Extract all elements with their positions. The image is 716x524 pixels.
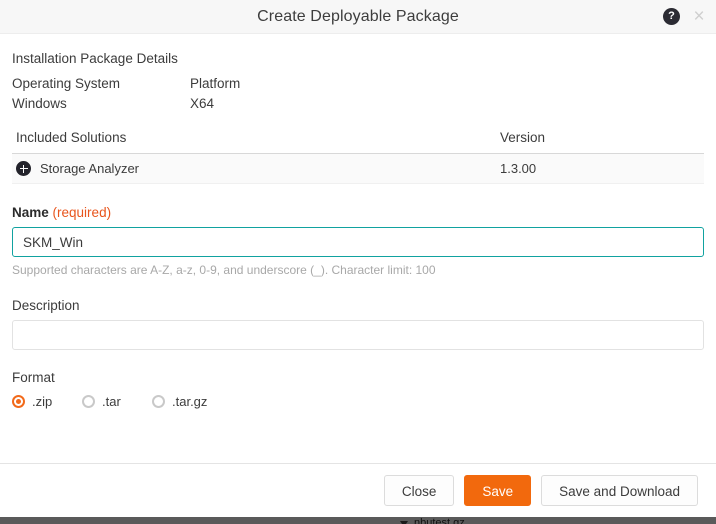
format-option-zip-label: .zip bbox=[32, 394, 52, 409]
operating-system-label: Operating System bbox=[12, 76, 190, 91]
save-and-download-button[interactable]: Save and Download bbox=[541, 475, 698, 506]
name-required-text: (required) bbox=[53, 205, 112, 220]
name-field-block: Name (required) Supported characters are… bbox=[12, 205, 704, 277]
format-option-targz[interactable]: .tar.gz bbox=[152, 394, 222, 409]
column-header-included-solutions: Included Solutions bbox=[16, 130, 500, 145]
name-label-text: Name bbox=[12, 205, 49, 220]
browser-download-bar: nbutest.gz bbox=[0, 517, 716, 524]
format-option-zip[interactable]: .zip bbox=[12, 394, 82, 409]
radio-icon-tar[interactable] bbox=[82, 395, 95, 408]
dialog-header: Create Deployable Package ? × bbox=[0, 0, 716, 34]
included-solutions-table: Included Solutions Version Storage Analy… bbox=[12, 130, 704, 184]
platform-label: Platform bbox=[190, 76, 368, 91]
format-option-tar[interactable]: .tar bbox=[82, 394, 152, 409]
name-help-text: Supported characters are A-Z, a-z, 0-9, … bbox=[12, 263, 704, 277]
close-icon[interactable]: × bbox=[690, 8, 708, 26]
package-meta-grid: Operating System Windows Platform X64 bbox=[12, 76, 704, 111]
solution-name-cell: Storage Analyzer bbox=[16, 161, 500, 176]
format-field-block: Format .zip .tar .tar.gz bbox=[12, 370, 704, 409]
solution-name-label: Storage Analyzer bbox=[40, 161, 139, 176]
radio-icon-zip[interactable] bbox=[12, 395, 25, 408]
close-button[interactable]: Close bbox=[384, 475, 455, 506]
dialog-footer: Close Save Save and Download bbox=[0, 463, 716, 517]
header-actions: ? × bbox=[663, 0, 708, 33]
format-radio-group: .zip .tar .tar.gz bbox=[12, 394, 704, 409]
download-file-name: nbutest.gz bbox=[414, 517, 465, 524]
name-field-label: Name (required) bbox=[12, 205, 704, 220]
description-field-label: Description bbox=[12, 298, 704, 313]
download-arrow-icon bbox=[400, 521, 408, 524]
description-field-block: Description bbox=[12, 298, 704, 350]
installation-package-details-heading: Installation Package Details bbox=[12, 34, 704, 66]
column-header-version: Version bbox=[500, 130, 700, 145]
radio-icon-targz[interactable] bbox=[152, 395, 165, 408]
dialog-body: Installation Package Details Operating S… bbox=[0, 34, 716, 463]
page-title: Create Deployable Package bbox=[257, 8, 459, 26]
operating-system-value: Windows bbox=[12, 96, 190, 111]
help-question-icon[interactable]: ? bbox=[663, 8, 680, 25]
platform-column: Platform X64 bbox=[190, 76, 368, 111]
name-input[interactable] bbox=[12, 227, 704, 257]
table-header-row: Included Solutions Version bbox=[12, 130, 704, 154]
table-row[interactable]: Storage Analyzer 1.3.00 bbox=[12, 154, 704, 184]
plus-circle-icon[interactable] bbox=[16, 161, 31, 176]
format-label: Format bbox=[12, 370, 704, 385]
description-input[interactable] bbox=[12, 320, 704, 350]
solution-version-cell: 1.3.00 bbox=[500, 161, 700, 176]
format-option-tar-label: .tar bbox=[102, 394, 121, 409]
operating-system-column: Operating System Windows bbox=[12, 76, 190, 111]
download-item[interactable]: nbutest.gz bbox=[400, 517, 465, 524]
platform-value: X64 bbox=[190, 96, 368, 111]
save-button[interactable]: Save bbox=[464, 475, 531, 506]
format-option-targz-label: .tar.gz bbox=[172, 394, 207, 409]
